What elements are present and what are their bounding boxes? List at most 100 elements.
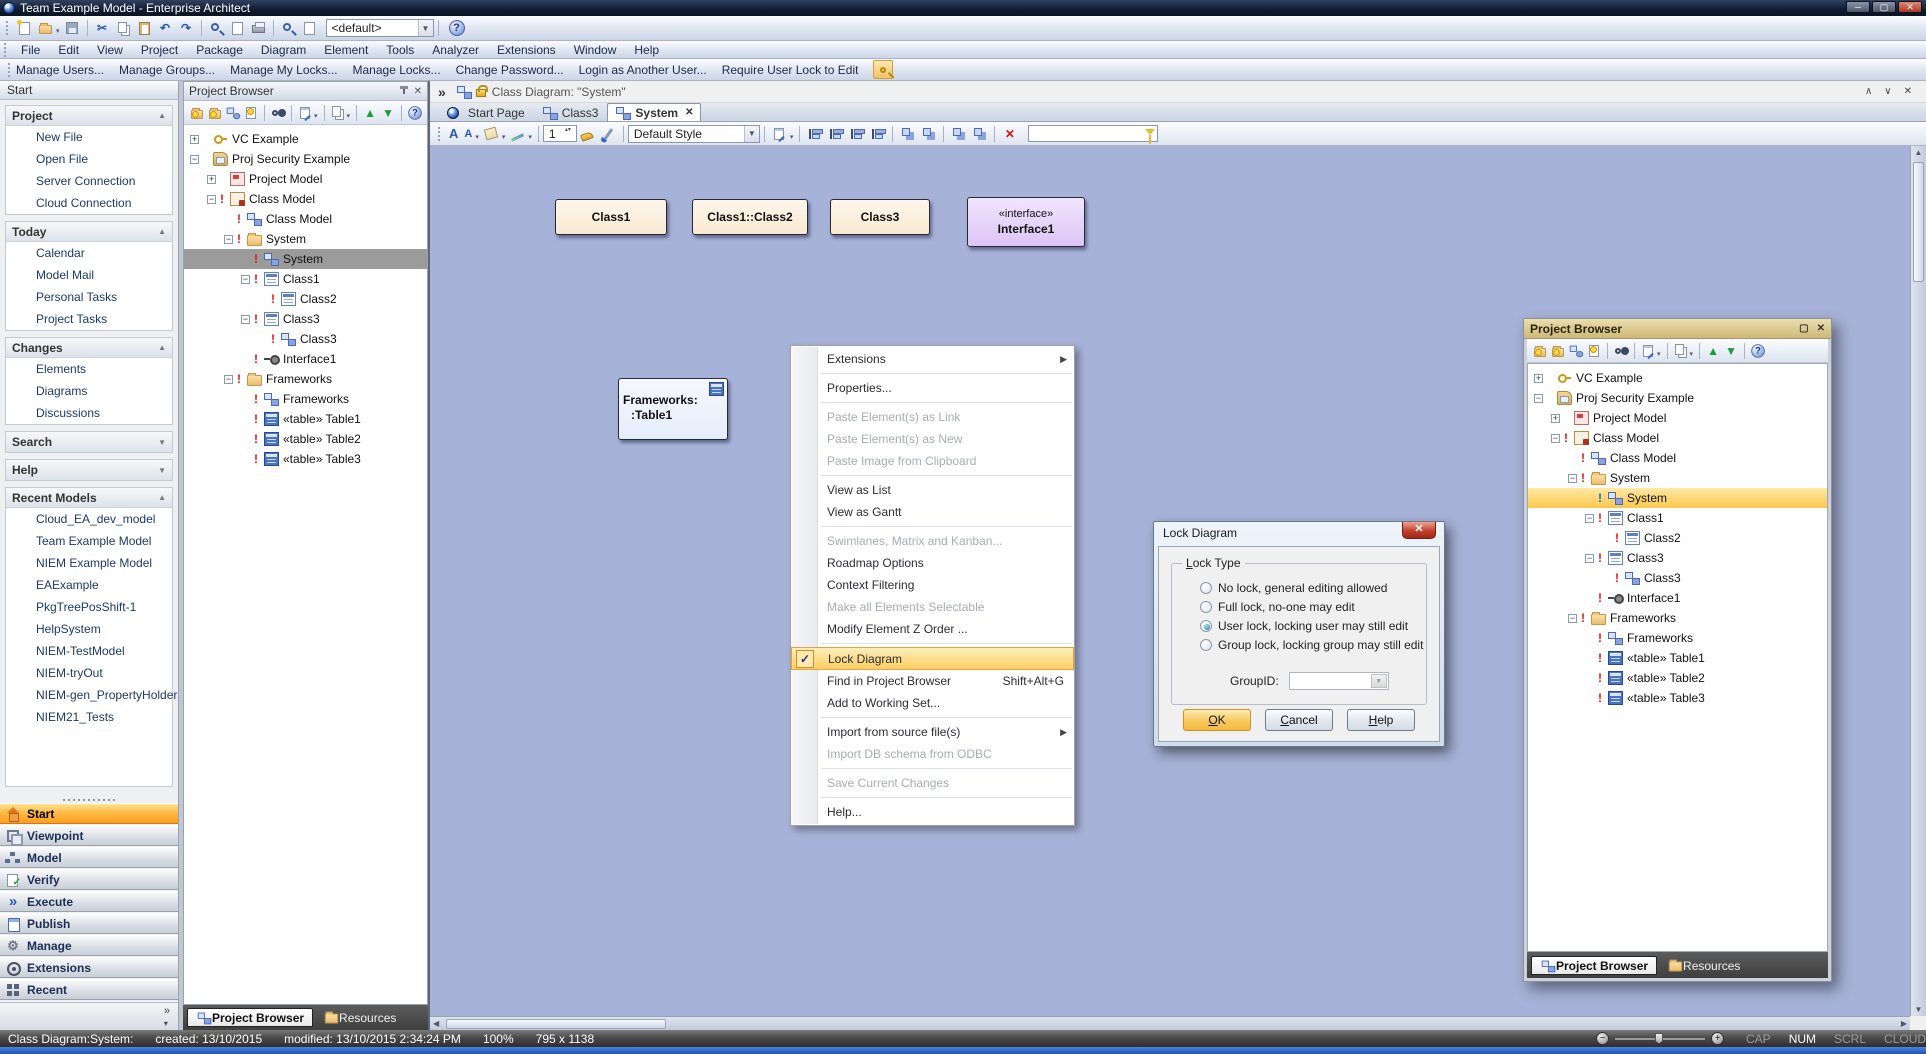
start-section-header-today[interactable]: Today▲ — [6, 222, 172, 242]
undo-icon[interactable]: ↶ — [156, 19, 175, 37]
tree-item-proj-security-example[interactable]: −Proj Security Example — [184, 149, 427, 169]
start-item-helpsystem[interactable]: HelpSystem — [6, 618, 172, 640]
chevron-down-icon[interactable]: ▼ — [744, 126, 759, 142]
start-item-niem-example-model[interactable]: NIEM Example Model — [6, 552, 172, 574]
start-item-project-tasks[interactable]: Project Tasks — [6, 308, 172, 330]
start-section-header-recent-models[interactable]: Recent Models▲ — [6, 488, 172, 508]
tree-item-system[interactable]: !System — [1528, 488, 1827, 508]
diagram-filter-input[interactable] — [1028, 125, 1158, 142]
menu-item-extensions[interactable]: Extensions▶ — [791, 348, 1074, 370]
tree-item-project-model[interactable]: +Project Model — [184, 169, 427, 189]
zoom-slider-thumb[interactable] — [1655, 1033, 1663, 1044]
chevron-down-icon[interactable]: ▾ — [475, 133, 479, 141]
menu-item-element[interactable]: Element — [315, 41, 377, 59]
scrollbar-thumb[interactable] — [1913, 162, 1924, 282]
security-button-manage-my-locks[interactable]: Manage My Locks... — [230, 63, 337, 77]
move-down-icon[interactable]: ▼ — [379, 104, 397, 122]
chevron-down-icon[interactable]: ▾ — [1690, 350, 1694, 358]
tree-item-class-model[interactable]: !Class Model — [1528, 448, 1827, 468]
collapse-icon[interactable]: ▲ — [158, 493, 166, 502]
tree-item-class-model[interactable]: !Class Model — [184, 209, 427, 229]
pin-icon[interactable] — [400, 86, 408, 94]
start-item-discussions[interactable]: Discussions — [6, 402, 172, 424]
dock-tab-project-browser[interactable]: Project Browser — [187, 1008, 313, 1027]
zoom-out-button[interactable]: − — [1596, 1032, 1609, 1045]
radio-button[interactable] — [1200, 639, 1212, 651]
align-right-edges-icon[interactable] — [826, 125, 845, 143]
tree-item-interface1[interactable]: !Interface1 — [1528, 588, 1827, 608]
chevron-down-icon[interactable]: ▾ — [347, 112, 351, 120]
menu-item-add-to-working-set[interactable]: Add to Working Set... — [791, 692, 1074, 714]
radio-button[interactable] — [1200, 620, 1212, 632]
line-color-icon[interactable] — [508, 125, 527, 143]
paintbrush-icon[interactable] — [578, 125, 597, 143]
tree-item-project-model[interactable]: +Project Model — [1528, 408, 1827, 428]
line-width-spinner[interactable]: 1 — [543, 125, 577, 142]
tree-item-table-table1[interactable]: !«table» Table1 — [1528, 648, 1827, 668]
tree-item-class3[interactable]: −!Class3 — [184, 309, 427, 329]
chevron-down-icon[interactable]: ▾ — [314, 112, 318, 120]
splitter-handle[interactable] — [60, 794, 118, 803]
print-icon[interactable] — [249, 19, 268, 37]
align-left-edges-icon[interactable] — [805, 125, 824, 143]
menu-item-window[interactable]: Window — [565, 41, 626, 59]
menu-item-view-as-gantt[interactable]: View as Gantt — [791, 501, 1074, 523]
default-style-combobox[interactable]: <default> ▼ — [326, 19, 434, 37]
menu-item-modify-element-z-order[interactable]: Modify Element Z Order ... — [791, 618, 1074, 640]
plus-expander-icon[interactable]: + — [190, 135, 199, 144]
tree-item-class-model[interactable]: −!Class Model — [1528, 428, 1827, 448]
tree-item-frameworks[interactable]: !Frameworks — [1528, 628, 1827, 648]
close-button[interactable]: ✕ — [1898, 1, 1922, 13]
start-item-server-connection[interactable]: Server Connection — [6, 170, 172, 192]
tree-item-interface1[interactable]: !Interface1 — [184, 349, 427, 369]
lock-option-group-lock-locking-group-may-still-edit[interactable]: Group lock, locking group may still edit — [1200, 637, 1423, 653]
perspective-button-execute[interactable]: Execute — [0, 891, 178, 912]
tree-item-table-table2[interactable]: !«table» Table2 — [1528, 668, 1827, 688]
perspective-button-recent[interactable]: Recent — [0, 979, 178, 1000]
tree-item-vc-example[interactable]: +VC Example — [184, 129, 427, 149]
paste-icon[interactable] — [135, 19, 154, 37]
minus-expander-icon[interactable]: − — [224, 375, 233, 384]
radio-button[interactable] — [1200, 582, 1212, 594]
horizontal-scrollbar[interactable]: ◀▶ — [430, 1016, 1910, 1030]
minimize-button[interactable]: ─ — [1846, 1, 1870, 13]
chevron-right-double-icon[interactable]: » — [438, 84, 446, 100]
model-document-icon[interactable] — [300, 19, 319, 37]
cut-icon[interactable]: ✂ — [93, 19, 112, 37]
group-id-combobox[interactable]: ▼ — [1289, 672, 1389, 690]
minus-expander-icon[interactable]: − — [1568, 474, 1577, 483]
lock-option-full-lock-no-one-may-edit[interactable]: Full lock, no-one may edit — [1200, 599, 1355, 615]
tree-item-class2[interactable]: !Class2 — [184, 289, 427, 309]
start-item-calendar[interactable]: Calendar — [6, 242, 172, 264]
start-item-niem-tryout[interactable]: NIEM-tryOut — [6, 662, 172, 684]
document-tab-start-page[interactable]: Start Page — [436, 103, 533, 121]
start-item-niem21-tests[interactable]: NIEM21_Tests — [6, 706, 172, 728]
dock-tab-resources[interactable]: Resources — [315, 1008, 404, 1027]
eyedropper-icon[interactable] — [599, 125, 618, 143]
chevron-down-icon[interactable]: ▼ — [418, 20, 433, 36]
menu-item-edit[interactable]: Edit — [49, 41, 88, 59]
tree-item-class1[interactable]: −!Class1 — [184, 269, 427, 289]
close-icon[interactable]: ✕ — [414, 86, 422, 97]
tree-item-proj-security-example[interactable]: −Proj Security Example — [1528, 388, 1827, 408]
close-icon[interactable]: ✕ — [1904, 86, 1912, 97]
start-section-header-help[interactable]: Help▼ — [6, 460, 172, 480]
new-diagram-icon[interactable] — [1567, 342, 1585, 360]
require-user-lock-toggle[interactable] — [873, 60, 893, 79]
start-item-elements[interactable]: Elements — [6, 358, 172, 380]
document-tab-class3[interactable]: Class3 — [534, 103, 607, 121]
menu-item-properties[interactable]: Properties... — [791, 377, 1074, 399]
minus-expander-icon[interactable]: − — [224, 235, 233, 244]
minus-expander-icon[interactable]: − — [1585, 554, 1594, 563]
move-up-icon[interactable]: ▲ — [1704, 342, 1722, 360]
perspective-button-manage[interactable]: Manage — [0, 935, 178, 956]
start-item-model-mail[interactable]: Model Mail — [6, 264, 172, 286]
collapse-icon[interactable]: ▲ — [158, 343, 166, 352]
redo-icon[interactable]: ↷ — [177, 19, 196, 37]
minus-expander-icon[interactable]: − — [1534, 394, 1543, 403]
print-preview-icon[interactable] — [279, 19, 298, 37]
maximize-button[interactable]: ▢ — [1872, 1, 1896, 13]
chevron-down-icon[interactable]: ▾ — [528, 133, 532, 141]
plus-expander-icon[interactable]: + — [1551, 414, 1560, 423]
scroll-up-icon[interactable]: ▲ — [1915, 148, 1923, 157]
